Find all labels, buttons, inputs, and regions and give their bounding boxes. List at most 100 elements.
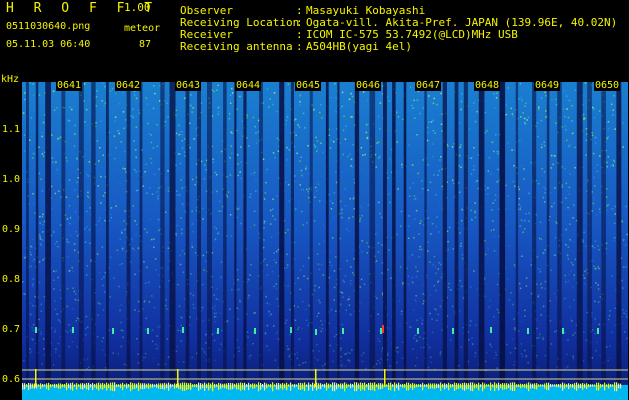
noise-pixel	[75, 231, 77, 233]
noise-pixel	[204, 103, 207, 106]
noise-pixel	[180, 324, 182, 327]
signal-spike	[144, 383, 146, 389]
signal-spike	[390, 382, 392, 391]
noise-pixel	[625, 313, 627, 315]
noise-pixel	[39, 236, 41, 238]
noise-pixel	[215, 287, 218, 290]
noise-pixel	[135, 97, 138, 100]
signal-spike	[360, 382, 362, 391]
noise-pixel	[388, 100, 391, 102]
noise-pixel	[287, 348, 289, 351]
noise-pixel	[190, 104, 192, 107]
noise-pixel	[335, 171, 337, 173]
noise-pixel	[108, 131, 111, 134]
noise-pixel	[440, 156, 442, 158]
noise-pixel	[333, 270, 336, 272]
noise-pixel	[122, 111, 125, 113]
noise-pixel	[377, 360, 379, 362]
noise-pixel	[474, 216, 477, 219]
noise-pixel	[58, 190, 60, 192]
noise-pixel	[545, 110, 547, 112]
noise-pixel	[512, 180, 514, 183]
noise-pixel	[69, 222, 71, 225]
noise-pixel	[101, 340, 103, 343]
noise-pixel	[375, 166, 377, 168]
signal-spike	[118, 384, 120, 387]
noise-pixel	[237, 163, 239, 165]
noise-pixel	[612, 163, 614, 165]
dark-stripe	[197, 82, 201, 384]
noise-pixel	[488, 157, 491, 159]
noise-pixel	[96, 336, 99, 338]
noise-pixel	[543, 141, 545, 143]
noise-pixel	[300, 210, 303, 213]
noise-pixel	[539, 268, 542, 270]
signal-spike	[146, 383, 148, 388]
noise-pixel	[321, 327, 324, 330]
noise-pixel	[181, 133, 184, 136]
noise-pixel	[350, 314, 352, 316]
noise-pixel	[544, 201, 546, 203]
noise-pixel	[572, 357, 575, 360]
noise-pixel	[277, 150, 280, 152]
signal-spike	[548, 382, 550, 391]
noise-pixel	[74, 133, 76, 135]
noise-pixel	[452, 248, 454, 250]
noise-pixel	[143, 261, 145, 263]
noise-pixel	[29, 351, 32, 354]
noise-pixel	[496, 308, 499, 311]
noise-pixel	[495, 122, 497, 125]
noise-pixel	[146, 192, 148, 194]
noise-pixel	[611, 208, 614, 210]
dark-stripe	[243, 82, 247, 384]
noise-pixel	[359, 286, 361, 288]
noise-pixel	[39, 216, 41, 218]
signal-spike	[222, 383, 224, 388]
noise-pixel	[505, 184, 507, 187]
noise-pixel	[23, 293, 25, 295]
noise-pixel	[522, 112, 524, 114]
noise-pixel	[201, 306, 204, 309]
noise-pixel	[340, 303, 342, 306]
noise-pixel	[429, 312, 431, 315]
noise-pixel	[41, 239, 44, 241]
noise-pixel	[406, 267, 408, 270]
signal-spike	[544, 383, 546, 389]
signal-spike	[352, 384, 354, 388]
signal-spike	[242, 383, 244, 390]
noise-pixel	[511, 149, 513, 151]
noise-pixel	[583, 331, 585, 333]
noise-pixel	[41, 131, 44, 134]
noise-pixel	[339, 200, 342, 203]
noise-pixel	[544, 287, 546, 290]
noise-pixel	[178, 133, 181, 136]
noise-pixel	[539, 333, 541, 336]
noise-pixel	[341, 208, 343, 211]
noise-pixel	[518, 197, 520, 200]
signal-spike	[116, 384, 118, 387]
signal-spike	[426, 384, 428, 387]
noise-pixel	[569, 173, 571, 175]
noise-pixel	[498, 272, 500, 275]
noise-pixel	[605, 188, 608, 190]
signal-spike	[524, 383, 526, 388]
dark-stripe	[126, 82, 131, 384]
noise-pixel	[135, 126, 137, 128]
noise-pixel	[96, 90, 98, 92]
noise-pixel	[32, 278, 34, 280]
signal-spike	[174, 383, 176, 389]
noise-pixel	[614, 307, 617, 309]
noise-pixel	[565, 197, 567, 199]
noise-pixel	[205, 342, 207, 344]
noise-pixel	[53, 279, 55, 281]
noise-pixel	[390, 277, 392, 279]
noise-pixel	[272, 152, 275, 154]
noise-pixel	[351, 349, 353, 351]
signal-spike	[560, 383, 562, 388]
noise-pixel	[571, 320, 573, 322]
signal-spike	[198, 382, 200, 391]
noise-pixel	[71, 108, 73, 111]
noise-pixel	[110, 153, 112, 156]
signal-spike	[134, 383, 136, 389]
noise-pixel	[104, 272, 107, 274]
